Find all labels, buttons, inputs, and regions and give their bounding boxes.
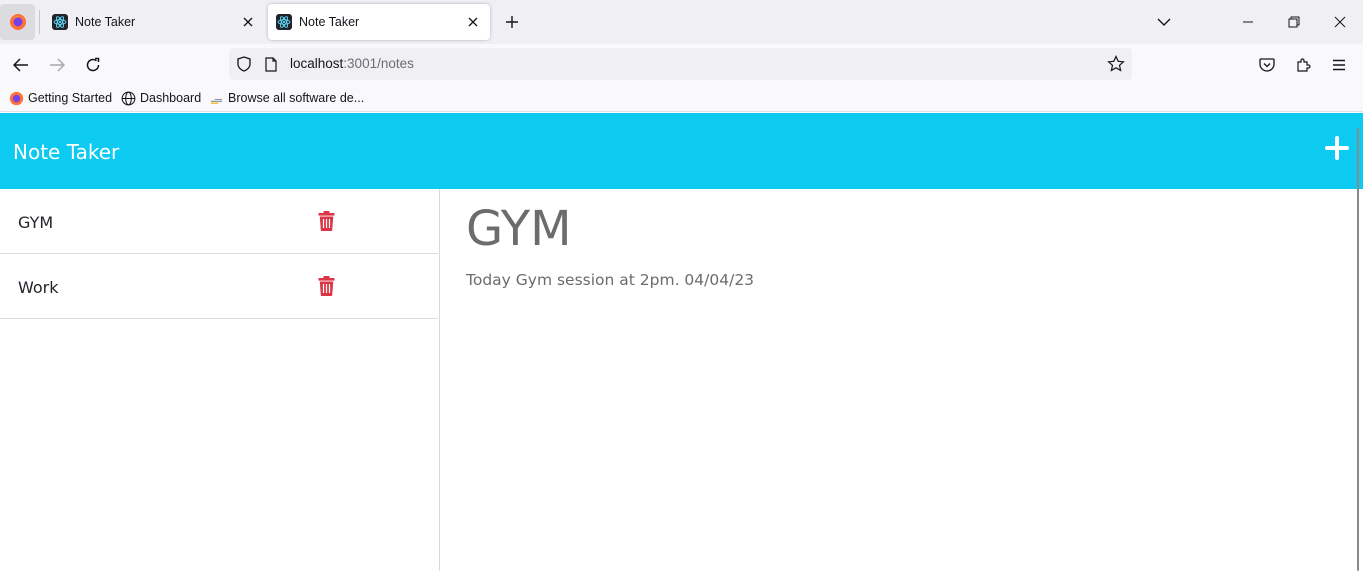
hamburger-icon (1333, 59, 1345, 71)
puzzle-icon (1297, 58, 1311, 72)
bookmark-dashboard[interactable]: Dashboard (120, 90, 201, 106)
url-path: :3001/notes (343, 56, 414, 71)
back-button[interactable] (10, 54, 32, 76)
tab-title: Note Taker (299, 15, 360, 29)
bookmark-getting-started[interactable]: Getting Started (8, 90, 112, 106)
browser-tab-2[interactable]: Note Taker (268, 4, 490, 40)
firefox-view-button[interactable] (0, 4, 35, 40)
delete-note-trash-icon[interactable] (318, 276, 335, 296)
tab-title: Note Taker (75, 15, 136, 29)
firefox-icon (8, 90, 24, 106)
address-bar[interactable]: localhost:3001/notes (229, 48, 1132, 80)
shield-icon[interactable] (235, 55, 253, 73)
restore-icon (1288, 16, 1300, 28)
arrow-right-icon (50, 58, 65, 72)
bookmarks-toolbar: Getting Started Dashboard Browse all sof… (0, 85, 1363, 112)
note-list-item[interactable]: GYM (0, 189, 438, 254)
new-tab-button[interactable] (501, 11, 523, 33)
note-list-item[interactable]: Work (0, 254, 438, 319)
close-icon[interactable] (464, 13, 482, 31)
react-icon (276, 14, 292, 30)
chevron-down-icon (1157, 18, 1171, 26)
reload-icon (86, 57, 100, 72)
bookmark-star-icon[interactable] (1106, 54, 1126, 74)
forward-button[interactable] (46, 54, 68, 76)
page-icon[interactable] (262, 55, 280, 73)
browser-tab-bar: Note Taker Note Taker (0, 0, 1363, 44)
firefox-icon (9, 14, 26, 30)
note-list-item-title[interactable]: Work (18, 278, 59, 297)
note-title-field[interactable]: GYM (466, 201, 572, 257)
restore-button[interactable] (1284, 12, 1304, 32)
bookmark-label: Browse all software de... (228, 91, 365, 105)
app-menu-button[interactable] (1328, 54, 1350, 76)
new-note-plus-icon[interactable] (1325, 136, 1349, 160)
close-icon[interactable] (239, 13, 257, 31)
note-editor: GYM Today Gym session at 2pm. 04/04/23 (441, 189, 1357, 571)
extensions-button[interactable] (1292, 54, 1314, 76)
bookmark-label: Getting Started (28, 91, 113, 105)
reload-button[interactable] (82, 54, 104, 76)
note-list-item-title[interactable]: GYM (18, 213, 53, 232)
note-text-field[interactable]: Today Gym session at 2pm. 04/04/23 (466, 271, 754, 289)
bookmark-browse-software[interactable]: Browse all software de... (208, 90, 364, 106)
list-all-tabs-button[interactable] (1154, 12, 1174, 32)
note-list: GYM Work (0, 189, 440, 571)
plus-icon (506, 16, 518, 28)
react-icon (52, 14, 68, 30)
url-host: localhost (290, 56, 344, 71)
page-icon (208, 90, 224, 106)
globe-icon (120, 90, 136, 106)
delete-note-trash-icon[interactable] (318, 211, 335, 231)
browser-nav-bar: localhost:3001/notes (0, 44, 1363, 85)
browser-tab-1[interactable]: Note Taker (44, 4, 265, 40)
page-scrollbar[interactable] (1357, 128, 1359, 571)
arrow-left-icon (13, 58, 28, 72)
url-text[interactable]: localhost:3001/notes (290, 56, 414, 71)
minimize-button[interactable] (1238, 12, 1258, 32)
app-title[interactable]: Note Taker (13, 140, 119, 164)
tab-separator (39, 10, 40, 34)
minimize-icon (1243, 21, 1253, 23)
pocket-button[interactable] (1256, 54, 1278, 76)
app-header: Note Taker (0, 113, 1363, 189)
close-window-button[interactable] (1330, 12, 1350, 32)
close-icon (1334, 16, 1346, 28)
bookmark-label: Dashboard (140, 91, 202, 105)
pocket-icon (1259, 57, 1275, 72)
